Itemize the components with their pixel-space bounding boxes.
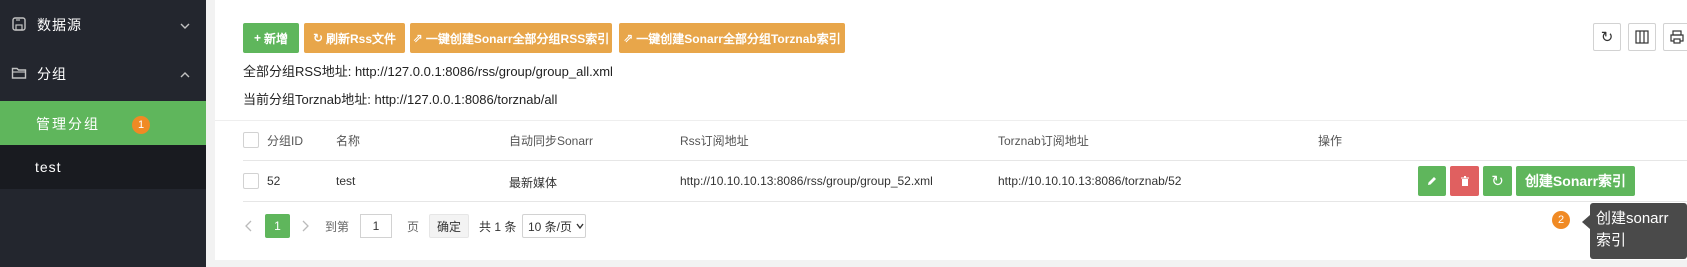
- cell-rss-url: http://10.10.10.13:8086/rss/group/group_…: [680, 174, 933, 188]
- refresh-rss-button[interactable]: ↻ 刷新Rss文件: [304, 23, 405, 53]
- current-group-torznab-address: 当前分组Torznab地址: http://127.0.0.1:8086/tor…: [243, 92, 558, 107]
- refresh-icon: ↻: [1491, 173, 1504, 190]
- chevron-left-icon: [245, 220, 252, 232]
- row-checkbox[interactable]: [243, 173, 259, 189]
- prev-page-button[interactable]: [245, 214, 257, 238]
- chevron-right-icon: [302, 220, 309, 232]
- chevron-down-icon: [180, 19, 190, 29]
- column-header-actions: 操作: [1318, 134, 1343, 148]
- tooltip: 创建sonarr 索引: [1590, 203, 1687, 259]
- page-size-select[interactable]: 10 条/页: [522, 214, 586, 238]
- goto-label: 到第: [325, 219, 350, 234]
- chevron-down-icon: [576, 223, 584, 230]
- print-icon: [1670, 30, 1684, 44]
- sidebar-item-label: test: [35, 159, 62, 175]
- column-header-sync: 自动同步Sonarr: [509, 134, 594, 148]
- cell-torznab-url: http://10.10.10.13:8086/torznab/52: [998, 174, 1182, 188]
- all-group-rss-address: 全部分组RSS地址: http://127.0.0.1:8086/rss/gro…: [243, 64, 613, 79]
- sidebar-item-label: 分组: [37, 66, 67, 82]
- sidebar-item-label: 数据源: [37, 17, 82, 33]
- sync-button[interactable]: ↻: [1483, 166, 1512, 196]
- edit-button[interactable]: [1418, 166, 1446, 196]
- refresh-rss-label: 刷新Rss文件: [326, 31, 397, 46]
- create-all-torznab-label: 一键创建Sonarr全部分组Torznab索引: [636, 31, 841, 46]
- sidebar-item-group[interactable]: 分组: [0, 52, 206, 100]
- page-1-button[interactable]: 1: [265, 214, 290, 238]
- print-button[interactable]: [1663, 23, 1687, 51]
- pencil-icon: [1428, 177, 1436, 185]
- goto-page-input[interactable]: 1: [360, 214, 392, 238]
- step-badge: 2: [1552, 211, 1570, 229]
- tooltip-arrow: [1582, 215, 1590, 229]
- create-all-rss-label: 一键创建Sonarr全部分组RSS索引: [425, 31, 610, 46]
- add-button-label: 新增: [264, 31, 289, 46]
- cell-group-name: test: [336, 174, 356, 188]
- tooltip-text-line1: 创建sonarr: [1596, 210, 1669, 227]
- sidebar: 数据源 分组 管理分组 test: [0, 0, 206, 267]
- refresh-icon: ↻: [312, 31, 324, 45]
- table-row-divider: [243, 201, 1687, 202]
- create-all-torznab-button[interactable]: ⇗ 一键创建Sonarr全部分组Torznab索引: [619, 23, 845, 53]
- table-header-divider: [243, 160, 1687, 161]
- sidebar-item-label: 管理分组: [36, 116, 100, 132]
- plus-icon: +: [253, 31, 261, 45]
- add-button[interactable]: + 新增: [243, 23, 299, 53]
- sidebar-item-manage-group[interactable]: 管理分组: [0, 101, 206, 145]
- create-sonarr-index-button[interactable]: 创建Sonarr索引: [1516, 166, 1635, 196]
- page-unit-label: 页: [407, 219, 420, 234]
- tooltip-text-line2: 索引: [1596, 232, 1627, 249]
- total-count: 共 1 条: [479, 219, 517, 234]
- sidebar-item-datasource[interactable]: 数据源: [0, 0, 206, 48]
- cell-group-id: 52: [267, 174, 281, 188]
- delete-button[interactable]: [1450, 166, 1479, 196]
- toolbar: + 新增 ↻ 刷新Rss文件 ⇗ 一键创建Sonarr全部分组RSS索引 ⇗ 一…: [215, 0, 1687, 120]
- table-refresh-button[interactable]: ↻: [1593, 23, 1621, 51]
- next-page-button[interactable]: [301, 214, 313, 238]
- create-all-rss-button[interactable]: ⇗ 一键创建Sonarr全部分组RSS索引: [410, 23, 612, 53]
- refresh-icon: ↻: [1600, 29, 1614, 46]
- chevron-up-icon: [180, 68, 190, 78]
- database-icon: [11, 16, 27, 32]
- columns-icon: [1635, 30, 1649, 44]
- share-icon: ⇗: [623, 31, 634, 45]
- sidebar-item-test[interactable]: test: [0, 145, 206, 189]
- page-size-value: 10 条/页: [528, 219, 573, 234]
- column-header-id: 分组ID: [267, 134, 304, 148]
- column-header-name: 名称: [336, 134, 361, 148]
- trash-icon: [1460, 176, 1469, 186]
- select-all-checkbox[interactable]: [243, 132, 259, 148]
- columns-filter-button[interactable]: [1628, 23, 1656, 51]
- share-icon: ⇗: [412, 31, 423, 45]
- step-badge: 1: [132, 116, 150, 134]
- cell-sync-sonarr: 最新媒体: [509, 176, 558, 190]
- column-header-torznab: Torznab订阅地址: [998, 134, 1089, 148]
- divider: [215, 120, 1687, 121]
- column-header-rss: Rss订阅地址: [680, 134, 749, 148]
- confirm-button[interactable]: 确定: [429, 214, 469, 238]
- folder-icon: [11, 65, 27, 81]
